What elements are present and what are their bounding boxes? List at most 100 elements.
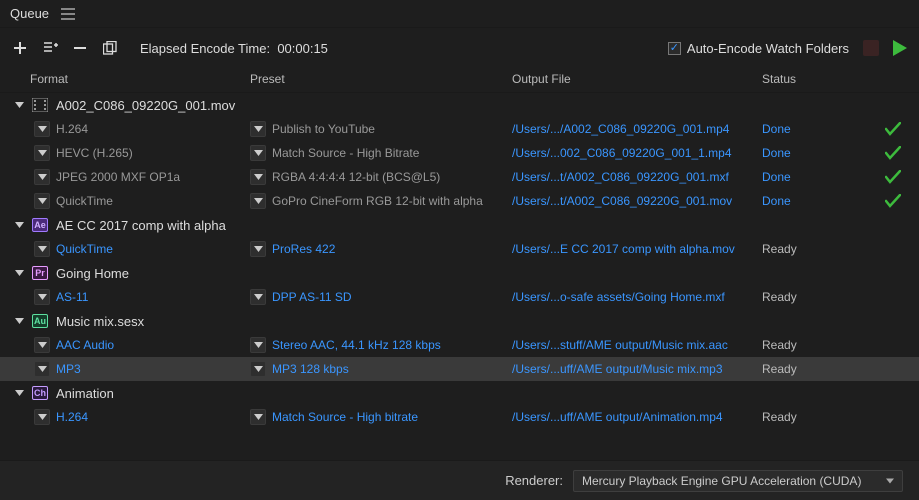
format-text[interactable]: AAC Audio	[56, 338, 114, 352]
format-text[interactable]: AS-11	[56, 290, 88, 304]
cell-preset: Match Source - High bitrate	[250, 409, 512, 425]
preset-dropdown-icon[interactable]	[250, 241, 266, 257]
format-text[interactable]: HEVC (H.265)	[56, 146, 133, 160]
chevron-down-icon[interactable]	[14, 318, 24, 324]
preset-text[interactable]: ProRes 422	[272, 242, 335, 256]
cell-preset: RGBA 4:4:4:4 12-bit (BCS@L5)	[250, 169, 512, 185]
output-path[interactable]: /Users/...t/A002_C086_09220G_001.mov	[512, 194, 762, 208]
start-queue-button[interactable]	[893, 40, 907, 56]
group-row[interactable]: AuMusic mix.sesx	[0, 309, 919, 333]
group-row[interactable]: A002_C086_09220G_001.mov	[0, 93, 919, 117]
preset-text[interactable]: Publish to YouTube	[272, 122, 375, 136]
queue-item-row[interactable]: MP3 MP3 128 kbps /Users/...uff/AME outpu…	[0, 357, 919, 381]
format-dropdown-icon[interactable]	[34, 409, 50, 425]
queue-item-row[interactable]: QuickTime ProRes 422 /Users/...E CC 2017…	[0, 237, 919, 261]
cell-format: H.264	[0, 121, 250, 137]
cell-format: HEVC (H.265)	[0, 145, 250, 161]
cell-status: Ready	[762, 290, 919, 304]
format-text[interactable]: JPEG 2000 MXF OP1a	[56, 170, 180, 184]
preset-dropdown-icon[interactable]	[250, 337, 266, 353]
preset-dropdown-icon[interactable]	[250, 169, 266, 185]
output-path[interactable]: /Users/...stuff/AME output/Music mix.aac	[512, 338, 762, 352]
cell-status: Done	[762, 194, 919, 208]
renderer-label: Renderer:	[505, 473, 563, 488]
output-path[interactable]: /Users/.../A002_C086_09220G_001.mp4	[512, 122, 762, 136]
format-dropdown-icon[interactable]	[34, 289, 50, 305]
chevron-down-icon[interactable]	[14, 390, 24, 396]
preset-text[interactable]: MP3 128 kbps	[272, 362, 349, 376]
column-header-row: Format Preset Output File Status	[0, 68, 919, 93]
file-type-icon	[32, 98, 48, 112]
format-dropdown-icon[interactable]	[34, 145, 50, 161]
preset-dropdown-icon[interactable]	[250, 193, 266, 209]
group-row[interactable]: PrGoing Home	[0, 261, 919, 285]
queue-item-row[interactable]: AS-11 DPP AS-11 SD /Users/...o-safe asse…	[0, 285, 919, 309]
duplicate-icon[interactable]	[102, 40, 118, 56]
preset-text[interactable]: GoPro CineForm RGB 12-bit with alpha	[272, 194, 483, 208]
checkbox-icon	[668, 42, 681, 55]
column-format[interactable]: Format	[0, 72, 250, 86]
chevron-down-icon[interactable]	[14, 270, 24, 276]
preset-dropdown-icon[interactable]	[250, 361, 266, 377]
format-text[interactable]: QuickTime	[56, 242, 113, 256]
chevron-down-icon[interactable]	[14, 102, 24, 108]
queue-item-row[interactable]: QuickTime GoPro CineForm RGB 12-bit with…	[0, 189, 919, 213]
preset-text[interactable]: Stereo AAC, 44.1 kHz 128 kbps	[272, 338, 441, 352]
cell-status: Ready	[762, 242, 919, 256]
output-path[interactable]: /Users/...002_C086_09220G_001_1.mp4	[512, 146, 762, 160]
output-path[interactable]: /Users/...o-safe assets/Going Home.mxf	[512, 290, 762, 304]
column-status[interactable]: Status	[762, 72, 919, 86]
preset-text[interactable]: DPP AS-11 SD	[272, 290, 352, 304]
preset-text[interactable]: Match Source - High bitrate	[272, 410, 418, 424]
format-dropdown-icon[interactable]	[34, 337, 50, 353]
format-text[interactable]: H.264	[56, 122, 88, 136]
output-path[interactable]: /Users/...uff/AME output/Animation.mp4	[512, 410, 762, 424]
queue-item-row[interactable]: AAC Audio Stereo AAC, 44.1 kHz 128 kbps …	[0, 333, 919, 357]
auto-encode-checkbox[interactable]: Auto-Encode Watch Folders	[668, 41, 849, 56]
remove-icon[interactable]	[72, 40, 88, 56]
preset-text[interactable]: Match Source - High Bitrate	[272, 146, 419, 160]
column-output[interactable]: Output File	[512, 72, 762, 86]
check-icon	[885, 194, 901, 208]
renderer-select[interactable]: Mercury Playback Engine GPU Acceleration…	[573, 470, 903, 492]
group-name: Music mix.sesx	[56, 314, 144, 329]
cell-preset: MP3 128 kbps	[250, 361, 512, 377]
preset-dropdown-icon[interactable]	[250, 145, 266, 161]
elapsed-time-value: 00:00:15	[277, 41, 328, 56]
output-path[interactable]: /Users/...uff/AME output/Music mix.mp3	[512, 362, 762, 376]
group-row[interactable]: AeAE CC 2017 comp with alpha	[0, 213, 919, 237]
status-text: Ready	[762, 290, 822, 304]
cell-status: Ready	[762, 410, 919, 424]
cell-preset: GoPro CineForm RGB 12-bit with alpha	[250, 193, 512, 209]
group-row[interactable]: ChAnimation	[0, 381, 919, 405]
preset-dropdown-icon[interactable]	[250, 289, 266, 305]
cell-status: Done	[762, 170, 919, 184]
add-source-icon[interactable]	[12, 40, 28, 56]
panel-title: Queue	[10, 6, 49, 21]
format-text[interactable]: H.264	[56, 410, 88, 424]
format-text[interactable]: QuickTime	[56, 194, 113, 208]
queue-item-row[interactable]: HEVC (H.265) Match Source - High Bitrate…	[0, 141, 919, 165]
elapsed-label-text: Elapsed Encode Time:	[140, 41, 270, 56]
format-text[interactable]: MP3	[56, 362, 81, 376]
preset-dropdown-icon[interactable]	[250, 409, 266, 425]
preset-text[interactable]: RGBA 4:4:4:4 12-bit (BCS@L5)	[272, 170, 440, 184]
stop-button[interactable]	[863, 40, 879, 56]
add-comp-icon[interactable]	[42, 40, 58, 56]
format-dropdown-icon[interactable]	[34, 361, 50, 377]
preset-dropdown-icon[interactable]	[250, 121, 266, 137]
queue-item-row[interactable]: H.264 Publish to YouTube /Users/.../A002…	[0, 117, 919, 141]
output-path[interactable]: /Users/...E CC 2017 comp with alpha.mov	[512, 242, 762, 256]
queue-item-row[interactable]: H.264 Match Source - High bitrate /Users…	[0, 405, 919, 429]
panel-menu-icon[interactable]	[61, 8, 75, 20]
format-dropdown-icon[interactable]	[34, 121, 50, 137]
output-path[interactable]: /Users/...t/A002_C086_09220G_001.mxf	[512, 170, 762, 184]
chevron-down-icon[interactable]	[14, 222, 24, 228]
format-dropdown-icon[interactable]	[34, 241, 50, 257]
column-preset[interactable]: Preset	[250, 72, 512, 86]
toolbar: Elapsed Encode Time: 00:00:15 Auto-Encod…	[0, 28, 919, 68]
format-dropdown-icon[interactable]	[34, 169, 50, 185]
queue-item-row[interactable]: JPEG 2000 MXF OP1a RGBA 4:4:4:4 12-bit (…	[0, 165, 919, 189]
cell-format: MP3	[0, 361, 250, 377]
format-dropdown-icon[interactable]	[34, 193, 50, 209]
